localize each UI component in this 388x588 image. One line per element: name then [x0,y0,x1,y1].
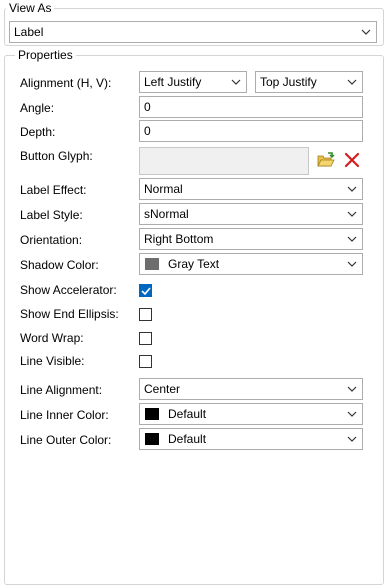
delete-x-icon[interactable] [343,151,361,169]
line-inner-color-swatch [145,408,159,420]
show-end-ellipsis-label: Show End Ellipsis: [20,307,119,321]
view-as-legend: View As [6,1,55,15]
label-style-value: sNormal [144,207,189,221]
chevron-down-icon [342,436,362,442]
checkmark-icon [140,286,151,295]
angle-label: Angle: [20,101,55,115]
angle-value: 0 [144,100,151,114]
line-visible-checkbox[interactable] [139,355,152,368]
label-style-dropdown[interactable]: sNormal [139,203,363,225]
shadow-color-value: Gray Text [168,257,220,271]
view-as-value: Label [14,25,44,39]
line-inner-color-dropdown[interactable]: Default [139,403,363,425]
chevron-down-icon [342,186,362,192]
line-visible-label: Line Visible: [20,354,85,368]
chevron-down-icon [342,236,362,242]
folder-open-icon[interactable] [317,151,335,169]
alignment-horizontal-dropdown[interactable]: Left Justify [139,71,247,93]
chevron-down-icon [342,386,362,392]
show-accelerator-label: Show Accelerator: [20,283,117,297]
button-glyph-preview [139,147,309,175]
alignment-horizontal-value: Left Justify [144,75,202,89]
line-outer-color-value: Default [168,432,207,446]
shadow-color-swatch [145,258,159,270]
label-effect-value: Normal [144,182,183,196]
label-effect-dropdown[interactable]: Normal [139,178,363,200]
alignment-vertical-dropdown[interactable]: Top Justify [255,71,363,93]
depth-input[interactable]: 0 [139,120,363,142]
line-outer-color-label: Line Outer Color: [20,433,112,447]
depth-label: Depth: [20,125,56,139]
angle-input[interactable]: 0 [139,96,363,118]
shadow-color-label: Shadow Color: [20,258,99,272]
line-outer-color-swatch [145,433,159,445]
chevron-down-icon [342,79,362,85]
chevron-down-icon [342,261,362,267]
word-wrap-label: Word Wrap: [20,331,84,345]
show-end-ellipsis-checkbox[interactable] [139,308,152,321]
alignment-vertical-value: Top Justify [260,75,317,89]
show-accelerator-checkbox[interactable] [139,284,152,297]
line-inner-color-label: Line Inner Color: [20,408,109,422]
properties-legend: Properties [15,48,76,62]
chevron-down-icon [342,211,362,217]
label-style-label: Label Style: [20,208,83,222]
button-glyph-label: Button Glyph: [20,149,93,163]
orientation-label: Orientation: [20,233,83,247]
alignment-label: Alignment (H, V): [20,76,112,90]
label-effect-label: Label Effect: [20,183,87,197]
view-as-dropdown[interactable]: Label [9,21,377,43]
orientation-dropdown[interactable]: Right Bottom [139,228,363,250]
chevron-down-icon [226,79,246,85]
orientation-value: Right Bottom [144,232,214,246]
line-alignment-dropdown[interactable]: Center [139,378,363,400]
shadow-color-dropdown[interactable]: Gray Text [139,253,363,275]
chevron-down-icon [356,29,376,35]
chevron-down-icon [342,411,362,417]
line-inner-color-value: Default [168,407,207,421]
line-outer-color-dropdown[interactable]: Default [139,428,363,450]
depth-value: 0 [144,124,151,138]
line-alignment-label: Line Alignment: [20,383,103,397]
word-wrap-checkbox[interactable] [139,332,152,345]
line-alignment-value: Center [144,382,181,396]
